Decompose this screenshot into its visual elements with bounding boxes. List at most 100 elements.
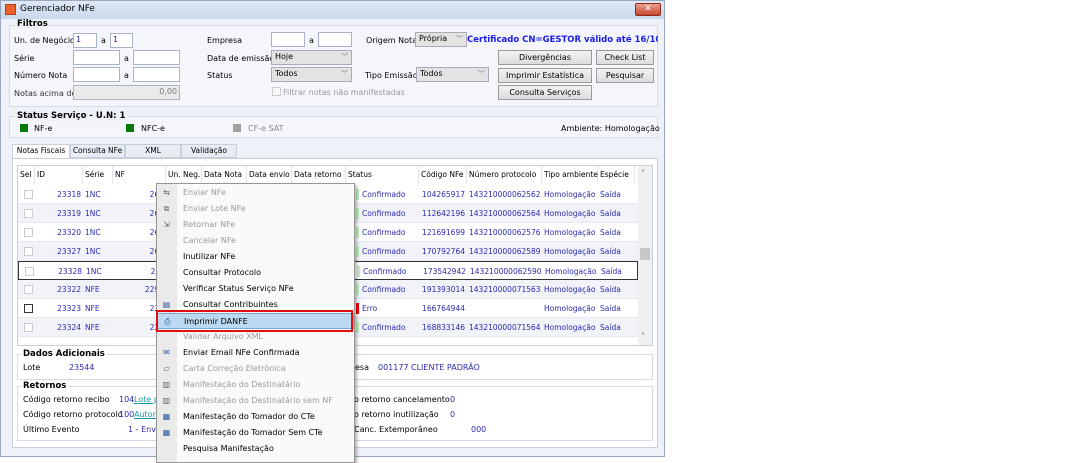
origem-nota-label: Origem Nota <box>366 36 418 45</box>
column-header[interactable]: Data retorno <box>292 166 346 184</box>
select-checkbox[interactable] <box>24 285 33 294</box>
menu-item[interactable]: ⇆ Enviar NFe <box>157 185 354 201</box>
grid-cell: Saída <box>600 299 633 318</box>
scroll-up-icon[interactable]: ˄ <box>641 169 645 178</box>
select-checkbox[interactable] <box>24 228 33 237</box>
column-header[interactable]: NF <box>113 166 166 184</box>
menu-item[interactable]: ⇲ Retornar NFe <box>157 217 354 233</box>
status-label: Status <box>207 71 233 80</box>
empresa-label: esa <box>355 363 369 372</box>
cell-ambiente: Homologação <box>544 323 596 332</box>
cell-especie: Saída <box>600 323 621 332</box>
data-emissao-select[interactable]: Hoje ﹀ <box>271 50 352 65</box>
tab-consulta-nfe[interactable]: Consulta NFe <box>70 144 125 158</box>
column-header[interactable]: Tipo ambiente <box>542 166 598 184</box>
grid-cell: 170792764 <box>421 242 465 261</box>
select-checkbox[interactable] <box>24 209 33 218</box>
un-negocio-from-input[interactable]: 1 <box>73 33 97 48</box>
app-icon <box>5 4 16 15</box>
numero-from-input[interactable] <box>73 67 120 82</box>
grid-cell: 143210000062589 <box>469 242 540 261</box>
cell-codigo: 168833146 <box>422 323 465 332</box>
select-checkbox[interactable] <box>24 190 33 199</box>
menu-item[interactable]: ▱ Carta Correção Eletrônica <box>157 361 354 377</box>
origem-nota-select[interactable]: Própria ﹀ <box>415 32 467 47</box>
menu-item[interactable]: ▦ Manifestação do Tomador do CTe <box>157 409 354 425</box>
column-header[interactable]: Un. Neg. <box>166 166 202 184</box>
tipo-emissao-select[interactable]: Todos ﹀ <box>416 67 489 82</box>
menu-item[interactable]: Consultar Protocolo <box>157 265 354 281</box>
serie-from-input[interactable] <box>73 50 120 65</box>
cancelamento-value: 0 <box>450 395 456 404</box>
imprimir-estatistica-button[interactable]: Imprimir Estatística <box>498 68 592 83</box>
check-list-button[interactable]: Check List <box>596 50 654 65</box>
menu-item[interactable]: ⧉ Enviar Lote NFe <box>157 201 354 217</box>
column-header[interactable]: ID <box>35 166 83 184</box>
cell-id: 23327 <box>57 247 81 256</box>
cell-id: 23320 <box>57 228 81 237</box>
filtrar-checkbox[interactable] <box>272 87 281 96</box>
scrollbar-thumb[interactable] <box>640 248 650 260</box>
menu-item-label: Manifestação do Tomador do CTe <box>183 412 315 421</box>
column-header[interactable]: Sel <box>18 166 35 184</box>
cell-ambiente: Homologação <box>545 267 597 276</box>
chevron-down-icon: ﹀ <box>341 70 348 78</box>
grid-cell: 23327 <box>37 242 81 261</box>
column-header[interactable]: Número protocolo <box>467 166 542 184</box>
extemporaneo-value: 000 <box>471 425 487 434</box>
cell-especie: Saída <box>600 285 621 294</box>
grid-cell: 168833146 <box>421 318 465 337</box>
menu-item[interactable]: ✉ Enviar Email NFe Confirmada <box>157 345 354 361</box>
pesquisar-button[interactable]: Pesquisar <box>596 68 654 83</box>
column-header[interactable]: Status <box>346 166 419 184</box>
cell-status: Confirmado <box>362 228 406 237</box>
select-checkbox[interactable] <box>24 323 33 332</box>
menu-item[interactable]: ▥ Manifestação do Destinatário sem NF <box>157 393 354 409</box>
column-header[interactable]: Data Nota <box>202 166 247 184</box>
serie-to-input[interactable] <box>133 50 180 65</box>
tab-notas-fiscais[interactable]: Notas Fiscais <box>12 144 70 159</box>
menu-item[interactable]: ▦ Manifestação do Tomador Sem CTe <box>157 425 354 441</box>
select-checkbox[interactable] <box>24 247 33 256</box>
menu-item-label: Manifestação do Destinatário sem NF <box>183 396 333 405</box>
column-header[interactable]: Código NFe <box>419 166 467 184</box>
divergencias-button[interactable]: Divergências <box>498 50 592 65</box>
scroll-down-icon[interactable]: ˅ <box>641 332 645 341</box>
empresa-from-input[interactable] <box>271 32 305 47</box>
cell-ambiente: Homologação <box>544 304 596 313</box>
chevron-down-icon: ﹀ <box>456 35 463 43</box>
vertical-scrollbar[interactable]: ˄ ˅ <box>638 166 652 345</box>
lote-value: 23544 <box>69 363 95 372</box>
menu-item-label: Cancelar NFe <box>183 236 236 245</box>
menu-item[interactable]: Verificar Status Serviço NFe <box>157 281 354 297</box>
numero-to-input[interactable] <box>133 67 180 82</box>
menu-item[interactable]: Cancelar NFe <box>157 233 354 249</box>
menu-item[interactable]: Pesquisa Manifestação <box>157 441 354 457</box>
tomador-icon: ▦ <box>162 428 171 437</box>
nfce-status-indicator <box>126 124 134 132</box>
tab-validacao-xml[interactable]: Validação XML <box>181 144 237 167</box>
email-icon: ✉ <box>163 348 170 357</box>
column-header[interactable]: Data envio <box>247 166 292 184</box>
un-negocio-to-input[interactable]: 1 <box>110 33 133 48</box>
cell-id: 23319 <box>57 209 81 218</box>
empresa-name: CLIENTE PADRÃO <box>411 363 480 372</box>
protocolo-link[interactable]: Autori <box>134 410 158 419</box>
column-header[interactable]: Série <box>83 166 113 184</box>
tab-xml[interactable]: XML <box>125 144 181 158</box>
cell-serie: NFE <box>85 323 100 332</box>
menu-item[interactable]: Inutilizar NFe <box>157 249 354 265</box>
status-select[interactable]: Todos ﹀ <box>271 67 352 82</box>
notas-acima-input[interactable]: 0,00 <box>73 85 180 100</box>
empresa-to-input[interactable] <box>318 32 352 47</box>
serie-label: Série <box>14 54 35 63</box>
grid-cell: 143210000062576 <box>469 223 540 242</box>
select-checkbox[interactable] <box>24 304 33 313</box>
column-header[interactable]: Espécie <box>598 166 635 184</box>
tipo-emissao-value: Todos <box>420 69 443 78</box>
select-checkbox[interactable] <box>25 267 34 276</box>
close-button[interactable]: ✕ <box>635 3 661 16</box>
consulta-servicos-button[interactable]: Consulta Serviços <box>498 85 592 100</box>
cell-especie: Saída <box>600 247 621 256</box>
menu-item[interactable]: ▥ Manifestação do Destinatário <box>157 377 354 393</box>
